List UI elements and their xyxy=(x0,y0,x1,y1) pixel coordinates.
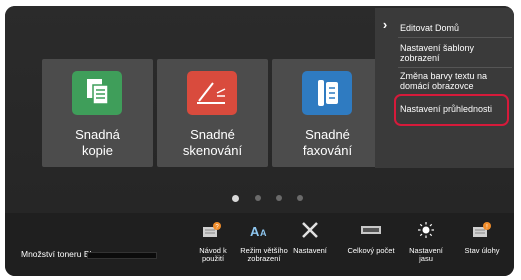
svg-text:A: A xyxy=(250,224,260,239)
counter-icon[interactable] xyxy=(360,221,382,239)
page-dot-active[interactable] xyxy=(232,194,239,202)
total-count-label: Celkový počet xyxy=(347,246,395,255)
menu-item-edit-home[interactable]: Editovat Domů xyxy=(400,23,512,33)
toner-label: Množství toneru Bk xyxy=(21,249,94,259)
brightness-label: Nastavení jasu xyxy=(409,246,443,263)
scan-icon xyxy=(187,71,237,115)
easy-copy-tile[interactable]: Snadná kopie xyxy=(42,59,153,167)
menu-item-transparency[interactable]: Nastavení průhlednosti xyxy=(400,104,512,114)
text-size-icon[interactable]: A A xyxy=(249,221,271,239)
job-status-icon[interactable]: ! xyxy=(471,221,493,239)
chevron-right-icon[interactable]: › xyxy=(378,18,392,32)
menu-divider xyxy=(398,67,512,68)
guide-label: Návod k použití xyxy=(199,246,227,263)
easy-fax-label: Snadné faxování xyxy=(302,127,353,158)
menu-item-text-color[interactable]: Změna barvy textu na domácí obrazovce xyxy=(400,71,512,91)
job-status-label: Stav úlohy xyxy=(464,246,500,255)
settings-tools-icon[interactable] xyxy=(299,221,321,239)
menu-divider xyxy=(398,37,512,38)
page-dot[interactable] xyxy=(297,195,303,201)
easy-fax-tile[interactable]: Snadné faxování xyxy=(272,59,383,167)
copy-icon xyxy=(72,71,122,115)
fax-icon xyxy=(302,71,352,115)
svg-text:A: A xyxy=(260,228,267,238)
settings-label: Nastavení xyxy=(293,246,327,255)
home-screen: Snadná kopie Snadné skenování Snadné fax… xyxy=(5,6,514,213)
easy-copy-label: Snadná kopie xyxy=(75,127,120,158)
page-dot[interactable] xyxy=(255,195,261,201)
guide-icon[interactable]: ? xyxy=(201,221,223,239)
page-dot[interactable] xyxy=(276,195,282,201)
operation-panel: Snadná kopie Snadné skenování Snadné fax… xyxy=(5,6,514,276)
easy-scan-label: Snadné skenování xyxy=(182,127,243,158)
toner-level-bar xyxy=(87,252,157,259)
page-indicator xyxy=(5,194,514,205)
status-bar: Množství toneru Bk ? Návod k použití A A… xyxy=(5,213,514,276)
easy-scan-tile[interactable]: Snadné skenování xyxy=(157,59,268,167)
brightness-icon[interactable] xyxy=(415,221,437,239)
menu-item-template-settings[interactable]: Nastavení šablony zobrazení xyxy=(400,43,512,63)
large-display-label: Režim většího zobrazení xyxy=(240,246,288,263)
